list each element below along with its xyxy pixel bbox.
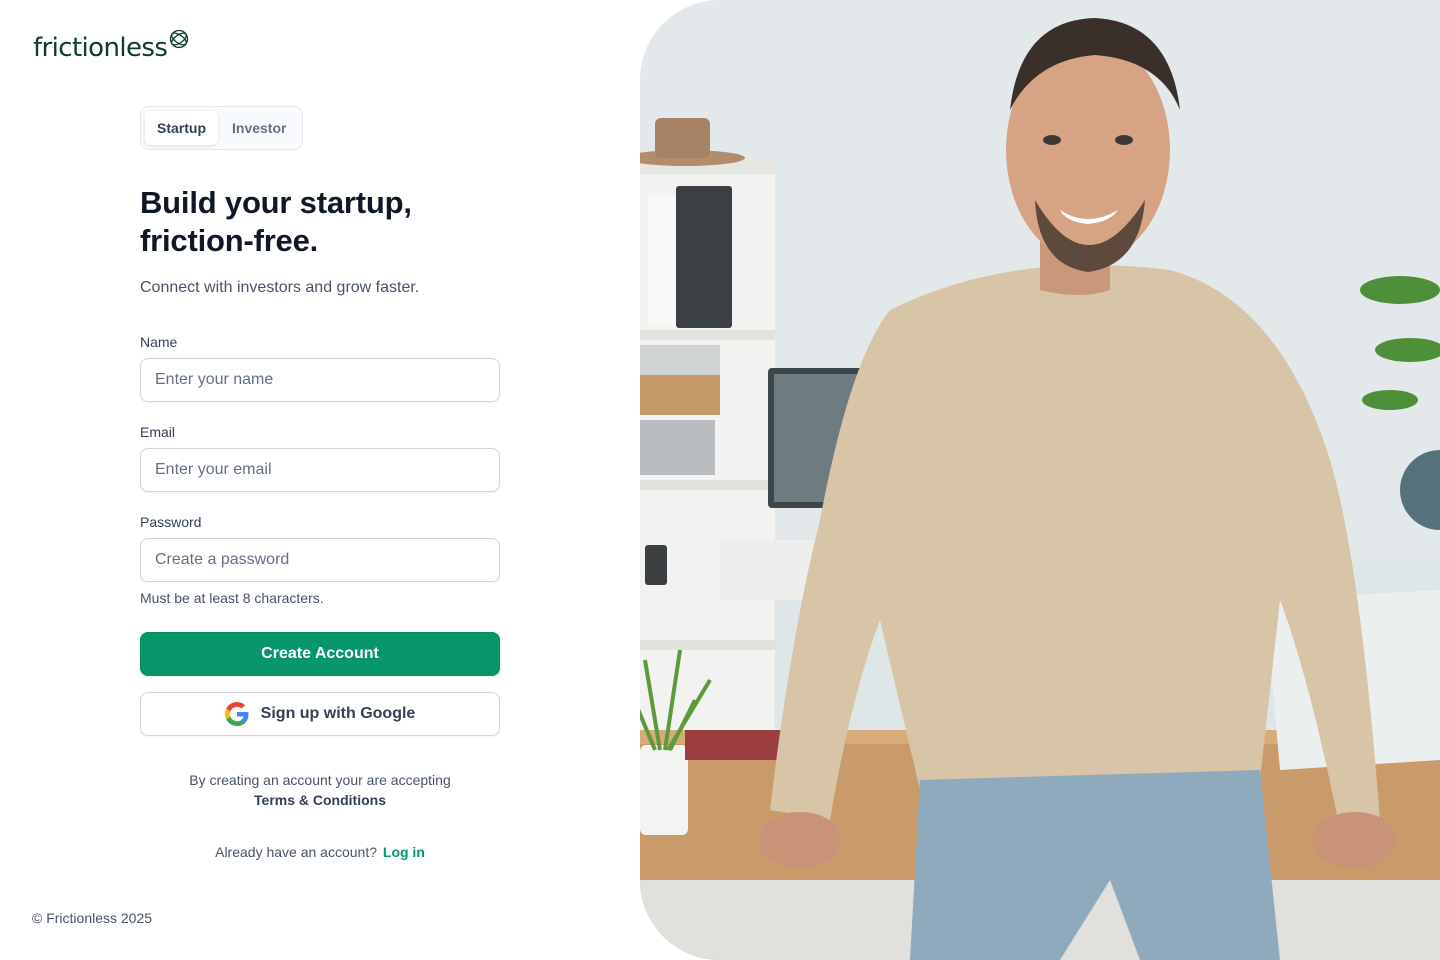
password-hint: Must be at least 8 characters. (140, 590, 324, 606)
page-title: Build your startup, friction-free. (140, 184, 500, 260)
name-field-group: Name (140, 332, 500, 402)
google-signup-button[interactable]: Sign up with Google (140, 692, 500, 736)
login-link[interactable]: Log in (383, 844, 425, 860)
google-icon (224, 702, 249, 726)
orbit-logo-icon (170, 29, 189, 49)
terms-link[interactable]: Terms & Conditions (140, 790, 500, 810)
office-man-illustration (640, 0, 1440, 960)
hero-photo (640, 0, 1440, 960)
password-label: Password (140, 514, 202, 530)
terms-notice: By creating an account your are acceptin… (140, 770, 500, 810)
email-input[interactable] (140, 448, 500, 492)
account-type-toggle: Startup Investor (140, 106, 304, 150)
brand-name: frictionless (33, 33, 168, 63)
tab-investor[interactable]: Investor (220, 111, 298, 145)
footer-copyright: © Frictionless 2025 (32, 910, 153, 926)
google-signup-label: Sign up with Google (260, 705, 416, 722)
password-input[interactable] (140, 538, 500, 582)
name-input[interactable] (140, 358, 500, 402)
login-prompt: Already have an account? Log in (140, 842, 500, 862)
login-prompt-text: Already have an account? (215, 844, 377, 860)
password-field-group: Password Must be at least 8 characters. (140, 512, 500, 608)
create-account-button[interactable]: Create Account (140, 632, 500, 676)
signup-panel: frictionless Startup Investor Build your… (0, 0, 640, 960)
email-field-group: Email (140, 422, 500, 492)
tab-startup[interactable]: Startup (145, 111, 218, 145)
brand-logo[interactable]: frictionless (33, 28, 190, 68)
terms-text: By creating an account your are acceptin… (189, 772, 451, 788)
headline-line-2: friction-free. (140, 223, 319, 258)
email-label: Email (140, 424, 176, 440)
headline-line-1: Build your startup, (140, 185, 412, 220)
page-subtitle: Connect with investors and grow faster. (140, 279, 420, 296)
signup-form: Startup Investor Build your startup, fri… (140, 106, 500, 862)
name-label: Name (140, 334, 178, 350)
